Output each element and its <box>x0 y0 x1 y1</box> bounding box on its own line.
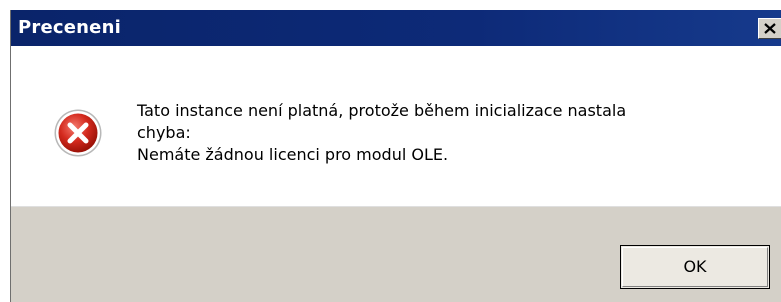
error-dialog: Preceneni Tato instance není platná, pro… <box>10 10 781 302</box>
message-line-3: Nemáte žádnou licenci pro modul OLE. <box>137 145 449 164</box>
title-bar[interactable]: Preceneni <box>11 10 781 46</box>
close-icon <box>764 23 776 34</box>
ok-button[interactable]: OK <box>620 245 770 289</box>
error-icon <box>54 109 102 157</box>
message-line-2: chyba: <box>137 123 191 142</box>
message-line-1: Tato instance není platná, protože během… <box>137 101 627 120</box>
dialog-title: Preceneni <box>18 17 121 38</box>
error-message: Tato instance není platná, protože během… <box>137 100 757 166</box>
ok-button-label: OK <box>683 257 707 276</box>
close-button[interactable] <box>758 18 781 39</box>
